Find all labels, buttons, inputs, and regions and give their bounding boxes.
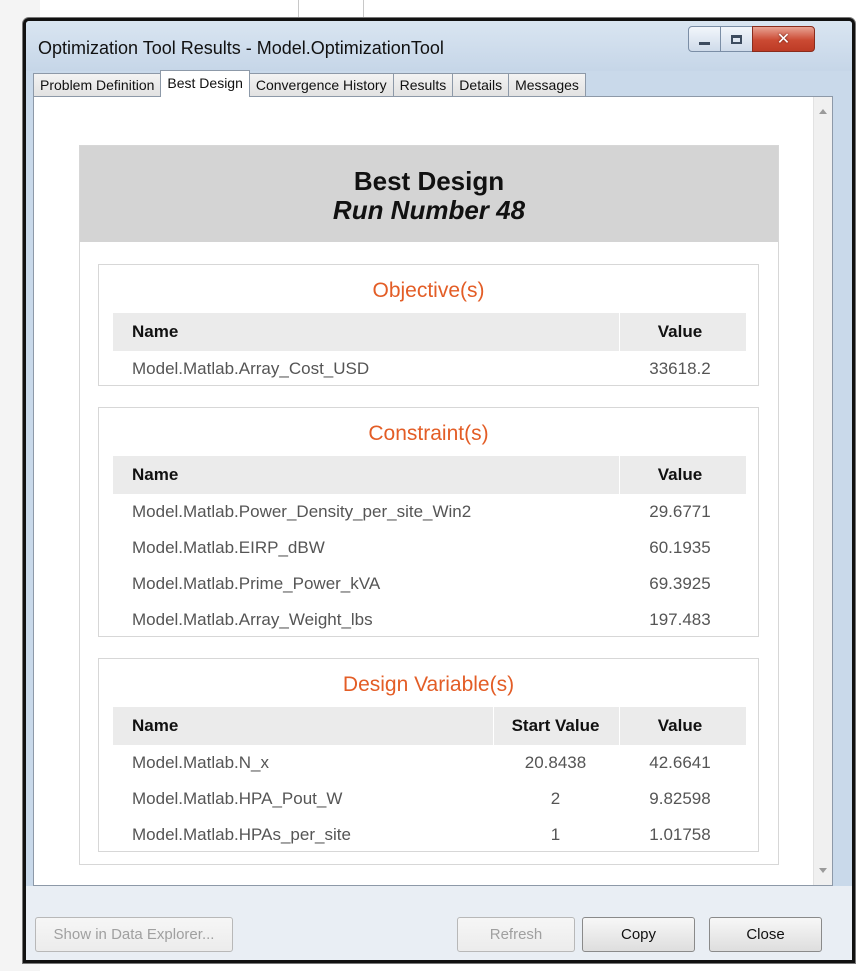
column-header-value: Value [657, 716, 703, 735]
copy-button[interactable]: Copy [582, 917, 695, 952]
row-name: Model.Matlab.Power_Density_per_site_Win2 [132, 502, 472, 521]
section-title: Constraint(s) [368, 422, 489, 445]
row-start-value: 20.8438 [524, 753, 587, 772]
row-name: Model.Matlab.Array_Weight_lbs [132, 610, 373, 629]
results-window: Optimization Tool Results - Model.Optimi… [23, 18, 855, 963]
row-start-value: 2 [550, 789, 561, 808]
column-divider [619, 707, 620, 745]
row-name: Model.Matlab.HPA_Pout_W [132, 789, 343, 808]
run-number: Run Number 48 [332, 195, 526, 225]
table-row: Model.Matlab.HPA_Pout_W 2 9.82598 [113, 781, 746, 817]
row-value: 33618.2 [649, 359, 711, 378]
tab-results[interactable]: Results [392, 73, 454, 97]
tab-details[interactable]: Details [452, 73, 510, 97]
row-value: 1.01758 [649, 825, 711, 844]
row-value: 69.3925 [649, 574, 711, 593]
minimize-icon [699, 41, 710, 45]
tab-messages[interactable]: Messages [508, 73, 586, 97]
column-header-value: Value [657, 465, 703, 484]
maximize-icon [731, 34, 742, 44]
minimize-button[interactable] [688, 26, 721, 52]
table-header: Name Value [113, 313, 746, 351]
column-divider [619, 456, 620, 494]
row-name: Model.Matlab.N_x [132, 753, 270, 772]
title-bar[interactable]: Optimization Tool Results - Model.Optimi… [26, 21, 852, 71]
objectives-section: Objective(s) Name Value Model.Matlab.Arr… [98, 264, 759, 386]
background-window-fragment [298, 0, 364, 18]
constraints-table: Name Value Model.Matlab.Power_Density_pe… [113, 456, 746, 638]
row-value: 60.1935 [649, 538, 711, 557]
table-header: Name Value [113, 456, 746, 494]
tab-convergence-history[interactable]: Convergence History [248, 73, 394, 97]
best-design-panel: Best Design Run Number 48 Objective(s) N… [79, 145, 779, 865]
table-row: Model.Matlab.Array_Weight_lbs 197.483 [113, 602, 746, 638]
design-variables-section: Design Variable(s) Name Start Value Valu… [98, 658, 759, 852]
column-header-value: Value [657, 322, 703, 341]
row-name: Model.Matlab.HPAs_per_site [132, 825, 351, 844]
column-divider [619, 313, 620, 351]
objectives-table: Name Value Model.Matlab.Array_Cost_USD 3… [113, 313, 746, 387]
section-title: Objective(s) [372, 279, 485, 302]
vertical-scrollbar[interactable] [813, 97, 832, 885]
scroll-up-icon[interactable] [819, 109, 827, 114]
row-name: Model.Matlab.Prime_Power_kVA [132, 574, 381, 593]
scroll-down-icon[interactable] [819, 868, 827, 873]
column-header-name: Name [132, 465, 179, 484]
table-row: Model.Matlab.HPAs_per_site 1 1.01758 [113, 817, 746, 853]
page-title: Best Design [353, 166, 505, 196]
row-value: 197.483 [649, 610, 711, 629]
show-in-data-explorer-button[interactable]: Show in Data Explorer... [35, 917, 233, 952]
row-value: 29.6771 [649, 502, 711, 521]
maximize-button[interactable] [720, 26, 753, 52]
table-row: Model.Matlab.EIRP_dBW 60.1935 [113, 530, 746, 566]
section-title: Design Variable(s) [342, 673, 515, 696]
tab-best-design[interactable]: Best Design [160, 70, 250, 97]
button-bar: Show in Data Explorer... Refresh Copy Cl… [26, 886, 852, 960]
window-title: Optimization Tool Results - Model.Optimi… [38, 38, 444, 58]
row-name: Model.Matlab.Array_Cost_USD [132, 359, 370, 378]
table-row: Model.Matlab.Power_Density_per_site_Win2… [113, 494, 746, 530]
refresh-button[interactable]: Refresh [457, 917, 575, 952]
row-value: 9.82598 [649, 789, 711, 808]
tab-content: Best Design Run Number 48 Objective(s) N… [33, 96, 833, 886]
column-header-name: Name [132, 322, 179, 341]
table-row: Model.Matlab.N_x 20.8438 42.6641 [113, 745, 746, 781]
close-window-button[interactable]: ✕ [752, 26, 815, 52]
table-row: Model.Matlab.Prime_Power_kVA 69.3925 [113, 566, 746, 602]
tab-bar: Problem Definition Best Design Convergen… [33, 70, 586, 97]
column-header-start-value: Start Value [511, 716, 600, 735]
row-value: 42.6641 [649, 753, 711, 772]
row-name: Model.Matlab.EIRP_dBW [132, 538, 325, 557]
close-button[interactable]: Close [709, 917, 822, 952]
table-header: Name Start Value Value [113, 707, 746, 745]
row-start-value: 1 [550, 825, 561, 844]
panel-header: Best Design Run Number 48 [80, 146, 778, 242]
table-row: Model.Matlab.Array_Cost_USD 33618.2 [113, 351, 746, 387]
design-variables-table: Name Start Value Value Model.Matlab.N_x … [113, 707, 746, 853]
close-icon: ✕ [776, 31, 791, 48]
tab-problem-definition[interactable]: Problem Definition [33, 73, 162, 97]
constraints-section: Constraint(s) Name Value Model.Matlab.Po… [98, 407, 759, 637]
column-header-name: Name [132, 716, 179, 735]
